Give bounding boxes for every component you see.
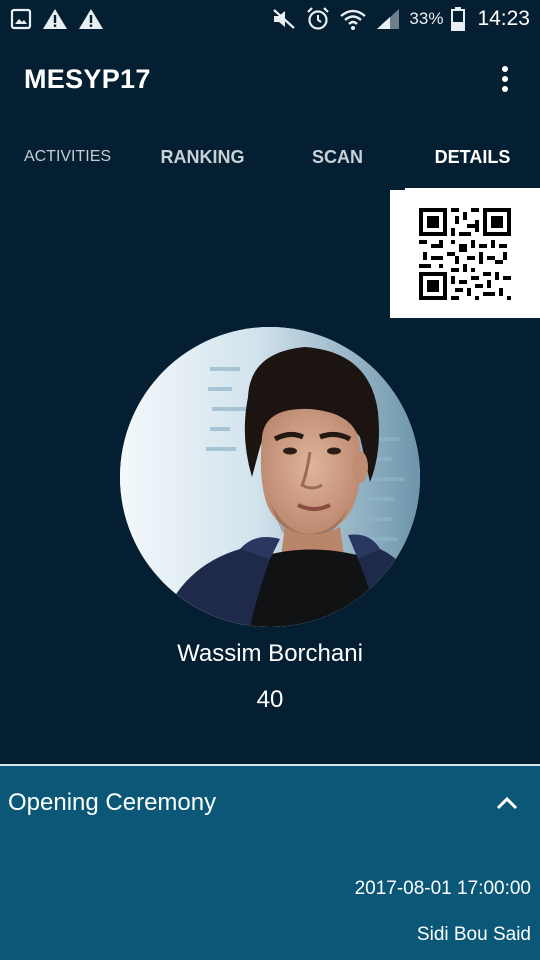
- tab-bar: ACTIVITIES RANKING SCAN DETAILS: [0, 128, 540, 186]
- battery-percent: 33%: [409, 9, 444, 28]
- event-location: Sidi Bou Said: [416, 924, 531, 945]
- tab-activities[interactable]: ACTIVITIES: [0, 148, 135, 166]
- chevron-up-icon[interactable]: [492, 788, 522, 818]
- wifi-icon: [339, 7, 367, 31]
- warning-icon: [78, 7, 104, 31]
- status-right-icons: 33% 14:23: [271, 6, 530, 32]
- event-header[interactable]: Opening Ceremony: [0, 766, 540, 840]
- profile-score: 40: [256, 686, 284, 713]
- qr-code-icon: [419, 208, 511, 300]
- signal-icon: [375, 7, 401, 31]
- warning-icon: [42, 7, 68, 31]
- event-title: Opening Ceremony: [8, 789, 217, 816]
- alarm-icon: [305, 6, 331, 32]
- status-left-icons: [10, 7, 104, 31]
- event-datetime: 2017-08-01 17:00:00: [354, 878, 531, 899]
- avatar-photo: [120, 327, 420, 627]
- tab-details[interactable]: DETAILS: [405, 147, 540, 168]
- app-title: MESYP17: [24, 63, 151, 94]
- avatar: [120, 327, 420, 627]
- battery-icon: [451, 7, 466, 31]
- status-bar: 33% 14:23: [0, 0, 540, 38]
- tab-scan[interactable]: SCAN: [270, 147, 405, 168]
- tab-ranking[interactable]: RANKING: [135, 147, 270, 168]
- qr-code-card[interactable]: [390, 188, 540, 318]
- profile-name: Wassim Borchani: [177, 640, 363, 667]
- event-card[interactable]: Opening Ceremony 2017-08-01 17:00:00 Sid…: [0, 764, 540, 960]
- status-time: 14:23: [477, 7, 530, 30]
- app-bar: MESYP17: [0, 38, 540, 120]
- image-icon: [10, 8, 32, 30]
- mute-icon: [271, 7, 297, 31]
- more-vert-icon[interactable]: [490, 59, 520, 99]
